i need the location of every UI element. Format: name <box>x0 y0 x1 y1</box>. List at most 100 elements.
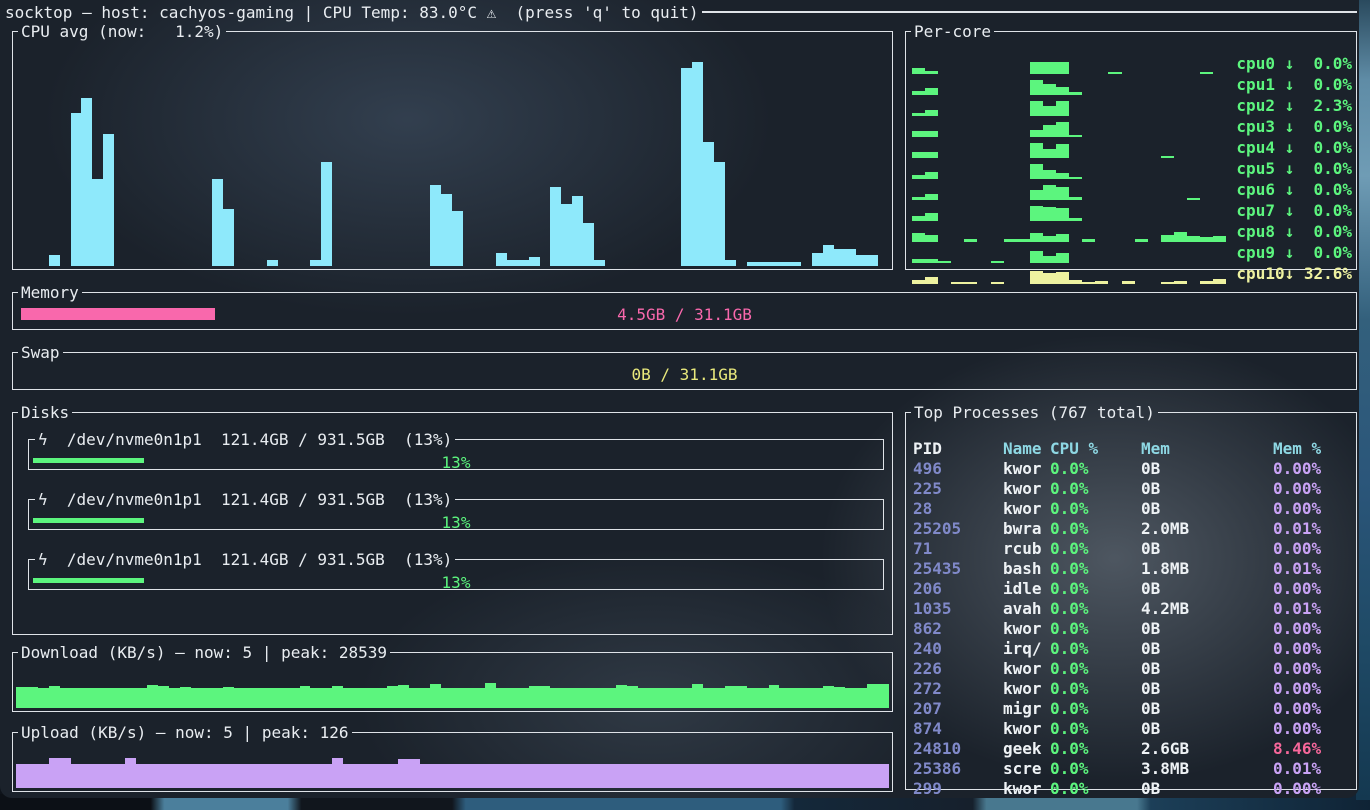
process-mem: 0B <box>1141 619 1273 638</box>
chart-bar <box>801 688 812 708</box>
lightning-icon: ϟ <box>38 430 48 449</box>
process-cpu-percent: 0.0% <box>1050 499 1141 518</box>
chart-bar <box>725 260 736 266</box>
chart-bar <box>912 233 925 241</box>
process-cpu-percent: 0.0% <box>1050 679 1141 698</box>
chart-bar <box>452 211 463 266</box>
process-pid: 25435 <box>913 559 1003 578</box>
chart-bar <box>529 686 540 708</box>
down-arrow-icon: ↓ <box>1285 264 1295 283</box>
chart-bar <box>81 98 92 266</box>
chart-bar <box>638 688 649 708</box>
chart-bar <box>845 764 856 788</box>
process-mem: 0B <box>1141 579 1273 598</box>
chart-bar <box>267 260 278 266</box>
upload-chart <box>16 756 889 788</box>
process-table: PIDNameCPU %MemMem %496kwor0.0%0B0.00%22… <box>913 438 1354 787</box>
process-mem-percent: 0.01% <box>1273 759 1354 778</box>
chart-bar <box>474 764 485 788</box>
chart-bar <box>681 68 692 266</box>
chart-bar <box>430 684 441 708</box>
process-mem-percent: 0.00% <box>1273 779 1354 798</box>
down-arrow-icon: ↓ <box>1285 159 1295 178</box>
process-mem-percent: 0.00% <box>1273 719 1354 738</box>
chart-bar <box>769 764 780 788</box>
chart-bar <box>398 685 409 708</box>
core-name: cpu4 <box>1236 138 1284 157</box>
chart-bar <box>1043 84 1056 95</box>
chart-bar <box>92 688 103 708</box>
chart-bar <box>158 686 169 708</box>
chart-bar <box>38 764 49 788</box>
chart-bar <box>332 686 343 708</box>
chart-bar <box>550 764 561 788</box>
chart-bar <box>1043 149 1056 158</box>
core-usage-value: 0.0% <box>1294 54 1352 73</box>
chart-bar <box>114 764 125 788</box>
chart-bar <box>529 257 540 266</box>
down-arrow-icon: ↓ <box>1285 75 1295 94</box>
chart-bar <box>912 152 925 158</box>
chart-bar <box>191 688 202 708</box>
chart-bar <box>823 245 834 266</box>
chart-bar <box>27 687 38 708</box>
chart-bar <box>725 764 736 788</box>
chart-bar <box>1043 170 1056 179</box>
chart-bar <box>1043 207 1056 221</box>
core-name: cpu8 <box>1236 222 1284 241</box>
chart-bar <box>278 688 289 708</box>
down-arrow-icon: ↓ <box>1285 96 1295 115</box>
process-name: kwor <box>1003 659 1050 678</box>
chart-bar <box>812 764 823 788</box>
chart-bar <box>169 688 180 708</box>
process-name: kwor <box>1003 479 1050 498</box>
chart-bar <box>343 688 354 708</box>
process-mem: 4.2MB <box>1141 599 1273 618</box>
chart-bar <box>485 764 496 788</box>
download-panel: Download (KB/s) — now: 5 | peak: 28539 <box>12 643 893 712</box>
per-core-label: Per-core <box>911 22 994 41</box>
chart-bar <box>1161 235 1174 241</box>
process-pid: 240 <box>913 639 1003 658</box>
process-pid: 25386 <box>913 759 1003 778</box>
chart-bar <box>801 764 812 788</box>
processes-panel: Top Processes (767 total) PIDNameCPU %Me… <box>905 403 1357 790</box>
chart-bar <box>49 255 60 266</box>
per-core-sparkline <box>912 201 1226 221</box>
process-name: irq/ <box>1003 639 1050 658</box>
chart-bar <box>1069 218 1082 221</box>
per-core-core-label: cpu3↓0.0% <box>1236 117 1352 136</box>
per-core-panel: Per-core cpu0↓0.0%cpu1↓0.0%cpu2↓2.3%cpu3… <box>905 22 1357 270</box>
chart-bar <box>256 764 267 788</box>
per-core-core-label: cpu10↓32.6% <box>1236 264 1352 283</box>
process-name: geek <box>1003 739 1050 758</box>
chart-bar <box>1043 256 1056 262</box>
core-name: cpu5 <box>1236 159 1284 178</box>
process-mem-percent: 0.00% <box>1273 459 1354 478</box>
chart-bar <box>409 688 420 708</box>
chart-bar <box>1056 234 1069 242</box>
chart-bar <box>912 216 925 221</box>
chart-bar <box>1056 187 1069 199</box>
chart-bar <box>223 687 234 708</box>
chart-bar <box>616 764 627 788</box>
chart-bar <box>867 684 878 708</box>
chart-bar <box>365 688 376 708</box>
chart-bar <box>540 686 551 708</box>
chart-bar <box>991 261 1004 263</box>
chart-bar <box>1043 185 1056 200</box>
chart-bar <box>925 213 938 221</box>
chart-bar <box>1030 130 1043 137</box>
per-core-sparkline <box>912 264 1226 284</box>
down-arrow-icon: ↓ <box>1285 180 1295 199</box>
chart-bar <box>1187 236 1200 242</box>
chart-bar <box>703 764 714 788</box>
process-pid: 862 <box>913 619 1003 638</box>
chart-bar <box>278 764 289 788</box>
process-cpu-percent: 0.0% <box>1050 779 1141 798</box>
chart-bar <box>659 688 670 708</box>
chart-bar <box>332 758 343 788</box>
terminal-window[interactable]: socktop — host: cachyos-gaming | CPU Tem… <box>0 0 1359 798</box>
chart-bar <box>92 764 103 788</box>
chart-bar <box>1030 206 1043 221</box>
